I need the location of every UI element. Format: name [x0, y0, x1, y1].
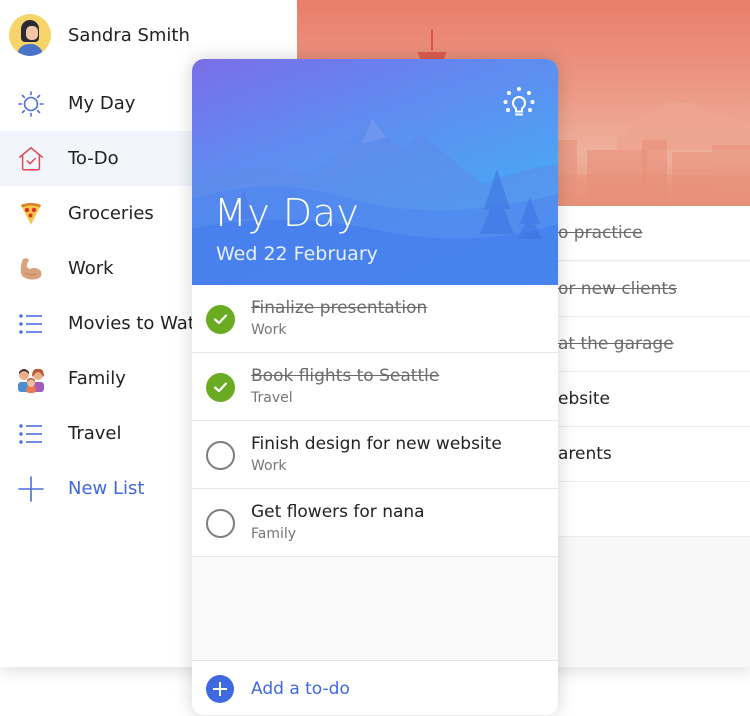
- flexed-biceps-emoji-icon: [17, 255, 45, 283]
- page-title: My Day: [214, 191, 360, 235]
- pizza-emoji-icon: [17, 200, 45, 228]
- my-day-header: My Day Wed 22 February: [192, 59, 558, 285]
- completed-checkbox[interactable]: [206, 373, 235, 402]
- sidebar-item-label: Family: [68, 368, 126, 389]
- user-name: Sandra Smith: [68, 24, 190, 46]
- list-row-title: o practice: [558, 223, 643, 243]
- list-icon: [17, 420, 45, 448]
- home-check-icon: [17, 145, 45, 173]
- new-list-label: New List: [68, 478, 145, 499]
- family-emoji-icon: [17, 365, 45, 393]
- sidebar-item-label: My Day: [68, 93, 136, 114]
- checkmark-icon: [213, 314, 228, 325]
- incomplete-checkbox[interactable]: [206, 509, 235, 538]
- task-item[interactable]: Get flowers for nana Family: [192, 489, 558, 557]
- empty-area: [192, 557, 558, 661]
- list-row-title: arents: [558, 444, 612, 464]
- sidebar-item-label: Work: [68, 258, 114, 279]
- incomplete-checkbox[interactable]: [206, 441, 235, 470]
- task-item[interactable]: Finalize presentation Work: [192, 285, 558, 353]
- task-list-name: Family: [251, 526, 297, 542]
- my-day-card: My Day Wed 22 February Finalize presenta…: [192, 59, 558, 715]
- completed-checkbox[interactable]: [206, 305, 235, 334]
- task-item[interactable]: Finish design for new website Work: [192, 421, 558, 489]
- checkmark-icon: [213, 382, 228, 393]
- task-list-name: Work: [251, 322, 287, 338]
- lightbulb-icon[interactable]: [500, 85, 538, 123]
- date-label: Wed 22 February: [216, 243, 378, 265]
- task-list-name: Travel: [251, 390, 293, 406]
- list-row-title: or new clients: [558, 279, 677, 299]
- sidebar-item-label: Travel: [68, 423, 122, 444]
- plus-icon: [17, 475, 45, 503]
- add-todo-button[interactable]: Add a to-do: [192, 662, 558, 715]
- screen: Sandra Smith My Day To-Do Groceries Work…: [0, 0, 750, 716]
- user-profile[interactable]: Sandra Smith: [9, 13, 190, 57]
- add-todo-label: Add a to-do: [251, 678, 350, 699]
- sun-icon: [17, 90, 45, 118]
- list-icon: [17, 310, 45, 338]
- sidebar-item-label: Groceries: [68, 203, 154, 224]
- avatar[interactable]: [9, 14, 51, 56]
- sidebar-item-label: To-Do: [68, 148, 119, 169]
- task-list-name: Work: [251, 458, 287, 474]
- task-title: Finish design for new website: [251, 434, 502, 454]
- task-title: Get flowers for nana: [251, 502, 425, 522]
- add-circle-icon: [206, 674, 234, 703]
- task-title: Book flights to Seattle: [251, 366, 440, 386]
- list-row-title: at the garage: [558, 334, 674, 354]
- task-title: Finalize presentation: [251, 298, 428, 318]
- task-item[interactable]: Book flights to Seattle Travel: [192, 353, 558, 421]
- list-row-title: ebsite: [558, 389, 610, 409]
